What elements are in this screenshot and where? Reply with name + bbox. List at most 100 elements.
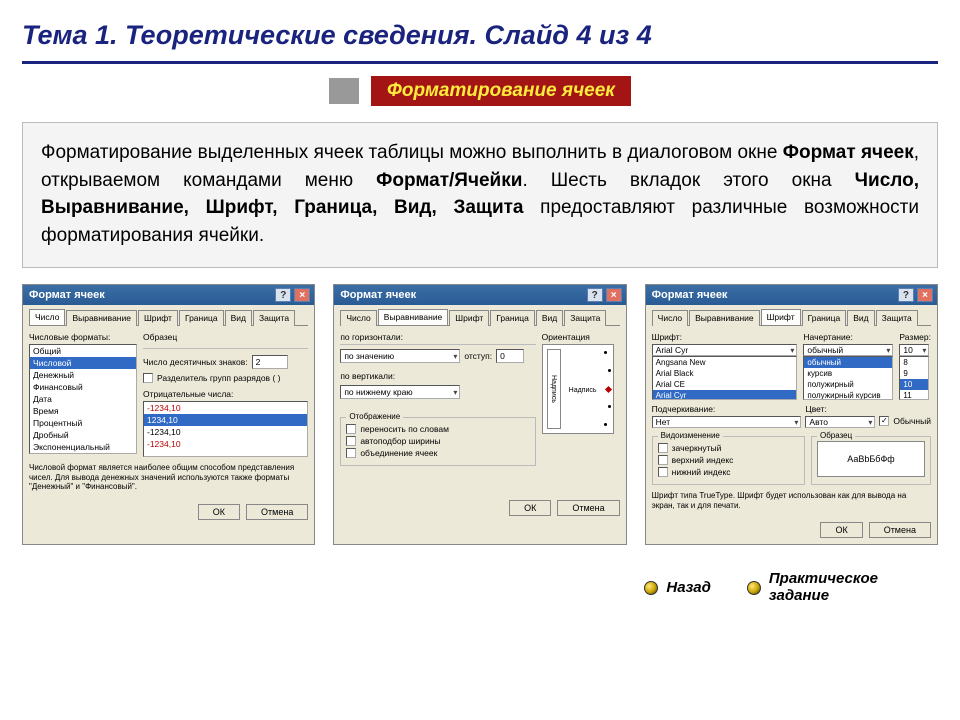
wrap-checkbox[interactable]: переносить по словам [346, 424, 529, 434]
tab-protect[interactable]: Защита [876, 310, 918, 326]
tab-number[interactable]: Число [340, 310, 376, 326]
tab-border[interactable]: Граница [490, 310, 535, 326]
sample-title: Образец [817, 431, 855, 440]
nav-back[interactable]: Назад [644, 579, 710, 596]
tab-font[interactable]: Шрифт [761, 309, 801, 325]
section-banner: Форматирование ячеек [371, 76, 631, 106]
indent-stepper[interactable]: 0 [496, 349, 524, 363]
autofit-label: автоподбор ширины [360, 436, 440, 446]
neg-label: Отрицательные числа: [143, 389, 308, 399]
tab-align[interactable]: Выравнивание [378, 309, 449, 325]
align-h-dropdown[interactable]: по значению [340, 349, 460, 363]
checkbox-icon [143, 373, 153, 383]
list-item[interactable]: Arial Black [653, 368, 797, 379]
style-input[interactable]: обычный [803, 344, 893, 356]
ok-button[interactable]: ОК [509, 500, 551, 516]
list-item[interactable]: Angsana New [653, 357, 797, 368]
sample-label: Образец [143, 332, 308, 342]
categories-listbox[interactable]: Общий Числовой Денежный Финансовый Дата … [29, 344, 137, 454]
style-listbox[interactable]: обычный курсив полужирный полужирный кур… [803, 356, 893, 400]
list-item[interactable]: 1234,10 [144, 414, 307, 426]
list-item[interactable]: 11 [900, 390, 928, 400]
decimals-stepper[interactable]: 2 [252, 355, 288, 369]
close-button[interactable]: × [917, 288, 933, 302]
list-item[interactable]: Arial CE [653, 379, 797, 390]
sub-checkbox[interactable]: нижний индекс [658, 467, 799, 477]
thousands-checkbox[interactable]: Разделитель групп разрядов ( ) [143, 373, 308, 383]
normal-checkbox[interactable]: ✓Обычный [879, 415, 931, 426]
list-item[interactable]: полужирный курсив [804, 390, 892, 400]
list-item[interactable]: Денежный [30, 369, 136, 381]
size-listbox[interactable]: 8 9 10 11 [899, 356, 929, 400]
tabs: Число Выравнивание Шрифт Граница Вид Защ… [29, 309, 308, 326]
tab-protect[interactable]: Защита [564, 310, 606, 326]
list-item[interactable]: Процентный [30, 417, 136, 429]
tab-protect[interactable]: Защита [253, 310, 295, 326]
list-item[interactable]: Финансовый [30, 381, 136, 393]
list-item[interactable]: Числовой [30, 357, 136, 369]
list-item[interactable]: Arial Cyr [653, 390, 797, 400]
list-item[interactable]: курсив [804, 368, 892, 379]
tab-align[interactable]: Выравнивание [689, 310, 760, 326]
checkbox-icon [658, 455, 668, 465]
help-button[interactable]: ? [898, 288, 914, 302]
list-item[interactable]: Время [30, 405, 136, 417]
tab-view[interactable]: Вид [536, 310, 563, 326]
help-button[interactable]: ? [587, 288, 603, 302]
merge-checkbox[interactable]: объединение ячеек [346, 448, 529, 458]
format-note: Числовой формат является наиболее общим … [29, 463, 308, 492]
tab-font[interactable]: Шрифт [138, 310, 178, 326]
tab-view[interactable]: Вид [225, 310, 252, 326]
underline-dropdown[interactable]: Нет [652, 416, 802, 428]
font-listbox[interactable]: Angsana New Arial Black Arial CE Arial C… [652, 356, 798, 400]
dialog-title: Формат ячеек [652, 289, 728, 301]
tab-view[interactable]: Вид [847, 310, 874, 326]
list-item[interactable]: 10 [900, 379, 928, 390]
tab-number[interactable]: Число [29, 309, 65, 325]
bullet-square [329, 78, 359, 104]
tab-align[interactable]: Выравнивание [66, 310, 137, 326]
tab-number[interactable]: Число [652, 310, 688, 326]
tabs: Число Выравнивание Шрифт Граница Вид Защ… [652, 309, 931, 326]
help-button[interactable]: ? [275, 288, 291, 302]
ok-button[interactable]: ОК [198, 504, 240, 520]
sup-checkbox[interactable]: верхний индекс [658, 455, 799, 465]
font-input[interactable]: Arial Cyr [652, 344, 798, 356]
cancel-button[interactable]: Отмена [557, 500, 619, 516]
align-v-dropdown[interactable]: по нижнему краю [340, 385, 460, 399]
tab-border[interactable]: Граница [179, 310, 224, 326]
close-button[interactable]: × [606, 288, 622, 302]
dialog-title: Формат ячеек [29, 289, 105, 301]
list-item[interactable]: -1234,10 [144, 426, 307, 438]
ok-button[interactable]: ОК [820, 522, 862, 538]
tab-border[interactable]: Граница [802, 310, 847, 326]
cancel-button[interactable]: Отмена [246, 504, 308, 520]
list-item[interactable]: Текстовый [30, 453, 136, 454]
autofit-checkbox[interactable]: автоподбор ширины [346, 436, 529, 446]
list-item[interactable]: Дата [30, 393, 136, 405]
list-item[interactable]: Дробный [30, 429, 136, 441]
list-item[interactable]: обычный [804, 357, 892, 368]
dialogs-row: Формат ячеек ? × Число Выравнивание Шриф… [22, 284, 938, 545]
close-button[interactable]: × [294, 288, 310, 302]
list-item[interactable]: 9 [900, 368, 928, 379]
neg-listbox[interactable]: -1234,10 1234,10 -1234,10 -1234,10 [143, 401, 308, 457]
list-item[interactable]: полужирный [804, 379, 892, 390]
list-item[interactable]: Экспоненциальный [30, 441, 136, 453]
display-title: Отображение [346, 412, 403, 421]
tab-font[interactable]: Шрифт [449, 310, 489, 326]
list-item[interactable]: 8 [900, 357, 928, 368]
strike-checkbox[interactable]: зачеркнутый [658, 443, 799, 453]
list-item[interactable]: -1234,10 [144, 402, 307, 414]
orientation-control[interactable]: Надпись Надпись [542, 344, 614, 434]
size-input[interactable]: 10 [899, 344, 929, 356]
list-item[interactable]: Общий [30, 345, 136, 357]
list-item[interactable]: -1234,10 [144, 438, 307, 450]
cancel-button[interactable]: Отмена [869, 522, 931, 538]
orient-vert-text: Надпись [550, 375, 557, 403]
style-label: Начертание: [803, 332, 893, 342]
dialog-title: Формат ячеек [340, 289, 416, 301]
nav-practice[interactable]: Практическое задание [747, 571, 878, 604]
color-dropdown[interactable]: Авто [805, 416, 875, 428]
align-v-label: по вертикали: [340, 371, 535, 381]
